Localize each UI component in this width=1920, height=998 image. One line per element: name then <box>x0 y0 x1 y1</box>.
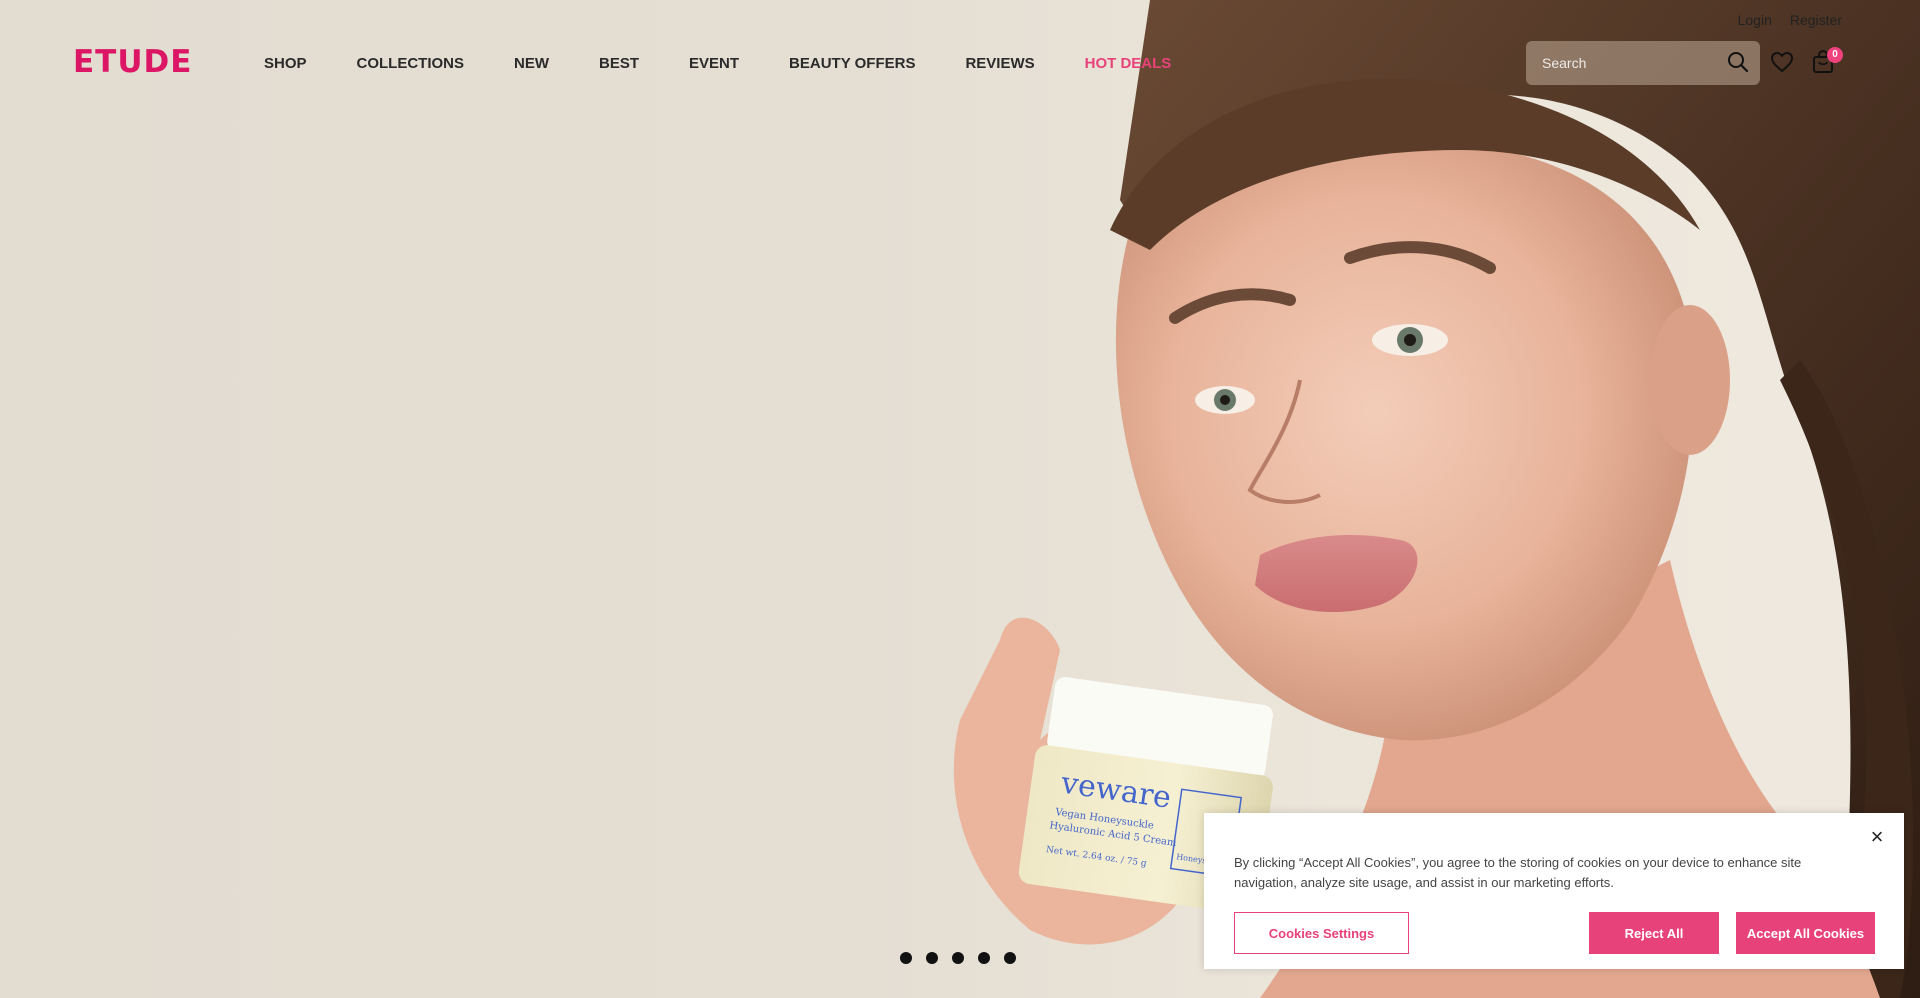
nav-collections[interactable]: COLLECTIONS <box>357 55 465 72</box>
search-box <box>1526 41 1760 85</box>
nav-beauty-offers[interactable]: BEAUTY OFFERS <box>789 55 915 72</box>
reject-all-button[interactable]: Reject All <box>1589 912 1719 954</box>
carousel-dot-2[interactable] <box>926 952 938 964</box>
utility-links: Login Register <box>1738 12 1842 28</box>
cart-count-badge: 0 <box>1827 47 1843 63</box>
nav-event[interactable]: EVENT <box>689 55 739 72</box>
carousel-dot-4[interactable] <box>978 952 990 964</box>
accept-all-cookies-button[interactable]: Accept All Cookies <box>1736 912 1875 954</box>
nav-best[interactable]: BEST <box>599 55 639 72</box>
nav-new[interactable]: NEW <box>514 55 549 72</box>
carousel-dot-5[interactable] <box>1004 952 1016 964</box>
cookies-settings-button[interactable]: Cookies Settings <box>1234 912 1409 954</box>
nav-hot-deals[interactable]: HOT DEALS <box>1085 55 1172 72</box>
login-link[interactable]: Login <box>1738 12 1772 28</box>
carousel-dot-3[interactable] <box>952 952 964 964</box>
search-input[interactable] <box>1542 55 1732 71</box>
cookie-banner: × By clicking “Accept All Cookies”, you … <box>1204 813 1904 969</box>
main-nav: SHOP COLLECTIONS NEW BEST EVENT BEAUTY O… <box>264 55 1171 72</box>
carousel-dot-1[interactable] <box>900 952 912 964</box>
heart-icon[interactable] <box>1770 51 1794 78</box>
cookie-message: By clicking “Accept All Cookies”, you ag… <box>1234 855 1802 890</box>
search-icon[interactable] <box>1727 51 1749 78</box>
nav-reviews[interactable]: REVIEWS <box>965 55 1034 72</box>
close-icon[interactable]: × <box>1865 825 1889 849</box>
etude-logo[interactable]: ETUDE <box>73 44 192 80</box>
carousel-dots <box>900 952 1016 964</box>
register-link[interactable]: Register <box>1790 12 1842 28</box>
nav-shop[interactable]: SHOP <box>264 55 307 72</box>
